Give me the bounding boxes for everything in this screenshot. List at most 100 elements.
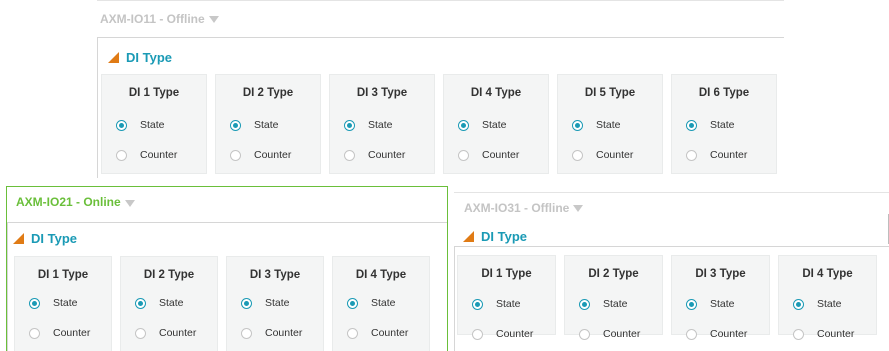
radio-icon[interactable] <box>135 297 146 309</box>
option-counter[interactable]: Counter <box>686 149 747 161</box>
option-counter[interactable]: Counter <box>241 327 302 339</box>
option-label: Counter <box>817 328 855 340</box>
section-title: DI Type <box>31 231 77 246</box>
radio-icon[interactable] <box>472 298 483 310</box>
radio-icon[interactable] <box>686 119 697 131</box>
radio-icon[interactable] <box>241 327 252 339</box>
option-counter[interactable]: Counter <box>472 328 533 340</box>
radio-icon[interactable] <box>686 298 697 310</box>
option-counter[interactable]: Counter <box>230 149 291 161</box>
radio-icon[interactable] <box>116 149 127 161</box>
section-header[interactable]: DI Type <box>463 229 527 244</box>
di-type-section: DI 1 Type State Counter DI 2 Type State Count… <box>454 246 889 351</box>
radio-icon[interactable] <box>472 328 483 340</box>
card-title: DI 6 Type <box>698 87 750 99</box>
option-label: Counter <box>596 149 634 161</box>
option-label: State <box>159 297 184 309</box>
collapse-triangle-icon[interactable] <box>463 231 474 242</box>
option-label: Counter <box>159 327 197 339</box>
section-header[interactable]: DI Type <box>13 231 77 246</box>
di-type-cards: DI 1 Type State Counter DI 2 Type State Count… <box>14 256 430 351</box>
option-state[interactable]: State <box>344 119 393 131</box>
device-header[interactable]: AXM-IO11 - Offline <box>97 0 784 36</box>
device-header[interactable]: AXM-IO31 - Offline <box>454 192 889 222</box>
option-state[interactable]: State <box>572 119 621 131</box>
di-type-cards: DI 1 Type State Counter DI 2 Type State Count… <box>101 74 777 174</box>
option-counter[interactable]: Counter <box>579 328 640 340</box>
option-label: State <box>603 298 628 310</box>
option-state[interactable]: State <box>29 297 78 309</box>
di-type-card: DI 5 Type State Counter <box>557 74 663 174</box>
section-header[interactable]: DI Type <box>108 50 172 65</box>
radio-icon[interactable] <box>579 328 590 340</box>
radio-icon[interactable] <box>347 327 358 339</box>
device-name: AXM-IO31 - Offline <box>464 200 570 215</box>
card-title: DI 2 Type <box>588 268 639 280</box>
option-state[interactable]: State <box>347 297 396 309</box>
option-state[interactable]: State <box>135 297 184 309</box>
radio-icon[interactable] <box>344 119 355 131</box>
device-header[interactable]: AXM-IO21 - Online <box>7 187 447 217</box>
di-type-card: DI 3 Type State Counter <box>329 74 435 174</box>
radio-icon[interactable] <box>135 327 146 339</box>
caret-down-icon[interactable] <box>208 16 219 23</box>
radio-icon[interactable] <box>344 149 355 161</box>
radio-icon[interactable] <box>458 119 469 131</box>
option-label: Counter <box>368 149 406 161</box>
option-state[interactable]: State <box>458 119 507 131</box>
option-label: State <box>596 119 621 131</box>
option-label: State <box>254 119 279 131</box>
option-state[interactable]: State <box>793 298 842 310</box>
option-state[interactable]: State <box>686 119 735 131</box>
card-title: DI 1 Type <box>37 269 89 281</box>
card-title: DI 3 Type <box>249 269 301 281</box>
radio-icon[interactable] <box>29 327 40 339</box>
di-type-card: DI 3 Type State Counter <box>226 256 324 351</box>
option-state[interactable]: State <box>116 119 165 131</box>
card-title: DI 4 Type <box>355 269 407 281</box>
collapse-triangle-icon[interactable] <box>13 233 24 244</box>
di-type-card: DI 1 Type State Counter <box>14 256 112 351</box>
option-counter[interactable]: Counter <box>135 327 196 339</box>
device-name: AXM-IO11 - Offline <box>100 11 205 26</box>
card-title: DI 4 Type <box>802 268 853 280</box>
option-state[interactable]: State <box>686 298 735 310</box>
option-state[interactable]: State <box>241 297 290 309</box>
radio-icon[interactable] <box>347 297 358 309</box>
radio-icon[interactable] <box>230 149 241 161</box>
radio-icon[interactable] <box>686 328 697 340</box>
radio-icon[interactable] <box>458 149 469 161</box>
radio-icon[interactable] <box>29 297 40 309</box>
card-title: DI 2 Type <box>242 87 294 99</box>
option-state[interactable]: State <box>472 298 521 310</box>
option-state[interactable]: State <box>230 119 279 131</box>
option-counter[interactable]: Counter <box>793 328 854 340</box>
radio-icon[interactable] <box>230 119 241 131</box>
caret-down-icon[interactable] <box>124 199 135 207</box>
radio-icon[interactable] <box>793 328 804 340</box>
device-panel-axm-io11: AXM-IO11 - Offline DI Type DI 1 Type Stat… <box>97 0 784 178</box>
option-counter[interactable]: Counter <box>29 327 90 339</box>
radio-icon[interactable] <box>793 298 804 310</box>
option-label: Counter <box>710 149 748 161</box>
caret-down-icon[interactable] <box>573 205 584 212</box>
radio-icon[interactable] <box>686 149 697 161</box>
radio-icon[interactable] <box>572 149 583 161</box>
radio-icon[interactable] <box>572 119 583 131</box>
radio-icon[interactable] <box>579 298 590 310</box>
card-title: DI 2 Type <box>143 269 195 281</box>
option-state[interactable]: State <box>579 298 628 310</box>
option-counter[interactable]: Counter <box>347 327 408 339</box>
option-counter[interactable]: Counter <box>572 149 633 161</box>
option-counter[interactable]: Counter <box>458 149 519 161</box>
option-counter[interactable]: Counter <box>686 328 747 340</box>
radio-icon[interactable] <box>241 297 252 309</box>
option-counter[interactable]: Counter <box>344 149 405 161</box>
collapse-triangle-icon[interactable] <box>108 52 119 63</box>
option-counter[interactable]: Counter <box>116 149 177 161</box>
radio-icon[interactable] <box>116 119 127 131</box>
di-type-card: DI 4 Type State Counter <box>443 74 549 174</box>
di-type-card: DI 1 Type State Counter <box>101 74 207 174</box>
option-label: State <box>496 298 521 310</box>
option-label: Counter <box>53 327 91 339</box>
